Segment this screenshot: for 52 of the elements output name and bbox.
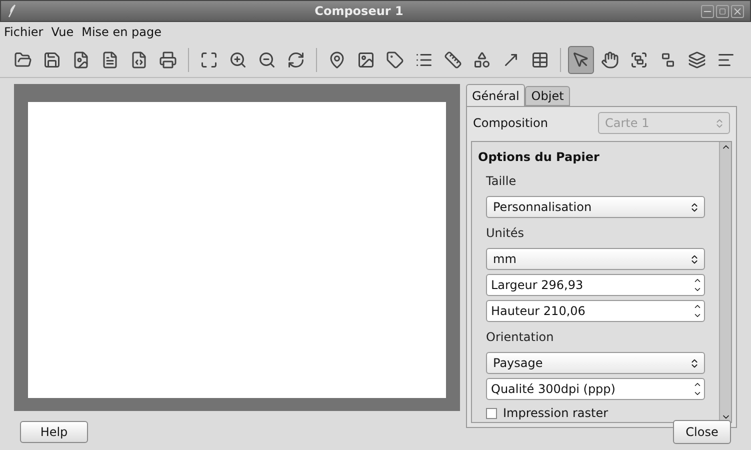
close-button[interactable]: Close [673, 420, 731, 444]
tab[interactable]: Général [466, 84, 526, 106]
zoom-out-icon [258, 50, 276, 68]
dropdown[interactable]: Personnalisation [486, 196, 705, 218]
layers-icon [688, 50, 706, 68]
ruler-icon [444, 50, 462, 68]
field-label: Unités [485, 225, 526, 242]
menu-item[interactable]: Vue [51, 23, 74, 41]
composition-label: Composition [473, 115, 548, 132]
menu-item[interactable]: Fichier [4, 23, 44, 41]
spinner-icon [714, 118, 725, 128]
close-icon[interactable] [730, 4, 744, 18]
scrollbar[interactable] [719, 142, 731, 422]
group-icon [630, 50, 648, 68]
ungroup-icon [659, 50, 677, 68]
minimize-icon[interactable] [700, 4, 714, 18]
spinner-icon [689, 358, 700, 368]
field-label: Taille [485, 173, 518, 190]
section-title: Options du Papier [477, 149, 600, 166]
menu-item[interactable]: Mise en page [82, 23, 162, 41]
pointer-icon [572, 50, 590, 68]
tab[interactable]: Objet [525, 86, 570, 106]
toolbar-button[interactable] [568, 46, 594, 74]
image-icon [357, 50, 375, 68]
field-label: Orientation [485, 329, 555, 346]
feather-icon [7, 4, 17, 18]
zoom-full-icon [200, 50, 218, 68]
maximize-icon[interactable] [716, 4, 729, 18]
spinner-icon [689, 202, 700, 212]
spinner-icon [689, 254, 700, 264]
document-icon [101, 50, 119, 68]
save-icon [43, 50, 61, 68]
hand-icon [601, 50, 619, 68]
spin-box[interactable]: Hauteur 210,06 [486, 300, 705, 322]
dropdown[interactable]: Paysage [486, 352, 705, 374]
dropdown[interactable]: mm [486, 248, 705, 270]
refresh-icon [287, 50, 305, 68]
folder-icon [14, 50, 32, 68]
map-pin-icon [328, 50, 346, 68]
image-file-icon [72, 50, 90, 68]
spin-box[interactable]: Qualité 300dpi (ppp) [486, 378, 705, 400]
shapes-icon [473, 50, 491, 68]
spin-box[interactable]: Largeur 296,93 [486, 274, 705, 296]
window-title: Composeur 1 [314, 3, 404, 20]
checkbox-label: Impression raster [503, 405, 608, 422]
help-button[interactable]: Help [20, 421, 88, 443]
table-icon [531, 50, 549, 68]
tag-icon [386, 50, 404, 68]
zoom-in-icon [229, 50, 247, 68]
checkbox[interactable] [486, 408, 497, 418]
code-file-icon [130, 50, 148, 68]
print-icon [159, 50, 177, 68]
